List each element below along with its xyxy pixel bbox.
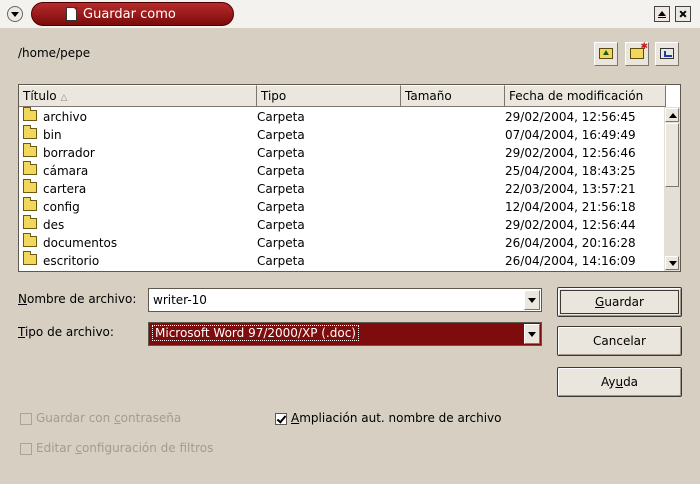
table-row[interactable]: archivo Carpeta 29/02/2004, 12:56:45 (19, 107, 663, 126)
table-row[interactable]: cartera Carpeta 22/03/2004, 13:57:21 (19, 179, 663, 198)
chevron-down-icon[interactable] (524, 290, 540, 310)
folder-icon (23, 107, 37, 121)
filter-settings-checkbox[interactable] (20, 443, 32, 455)
column-header-type[interactable]: Tipo (257, 85, 401, 107)
filename-label: Nombre de archivo: (18, 292, 137, 306)
filename-value: writer-10 (153, 293, 207, 307)
column-header-size[interactable]: Tamaño (401, 85, 505, 107)
vertical-scrollbar[interactable] (664, 107, 680, 271)
table-row[interactable]: borrador Carpeta 29/02/2004, 12:56:46 (19, 143, 663, 162)
new-folder-button[interactable] (625, 42, 649, 66)
sort-ascending-icon: △ (60, 93, 68, 103)
table-row[interactable]: bin Carpeta 07/04/2004, 16:49:49 (19, 125, 663, 144)
auto-extension-label[interactable]: Ampliación aut. nombre de archivo (291, 411, 501, 425)
folder-icon (23, 215, 37, 229)
table-row[interactable]: documentos Carpeta 26/04/2004, 20:16:28 (19, 233, 663, 252)
folder-icon (23, 179, 37, 193)
filetype-label: Tipo de archivo: (18, 325, 114, 339)
table-row[interactable]: escritorio Carpeta 26/04/2004, 14:16:09 (19, 251, 663, 270)
window-title: Guardar como (83, 7, 176, 22)
title-bar: Guardar como (0, 0, 700, 28)
folder-icon (23, 161, 37, 175)
close-icon[interactable] (675, 6, 691, 22)
window-menu-icon[interactable] (7, 6, 23, 22)
cancel-button[interactable]: Cancelar (557, 326, 682, 356)
current-path: /home/pepe (18, 46, 91, 60)
filename-input[interactable]: writer-10 (148, 288, 542, 312)
window-title-pill: Guardar como (31, 2, 234, 26)
table-row[interactable]: cámara Carpeta 25/04/2004, 18:43:25 (19, 161, 663, 180)
folder-icon (23, 233, 37, 247)
table-row[interactable]: config Carpeta 12/04/2004, 21:56:18 (19, 197, 663, 216)
filter-settings-label: Editar configuración de filtros (36, 441, 214, 455)
filetype-value: Microsoft Word 97/2000/XP (.doc) (152, 325, 359, 341)
new-folder-icon (630, 42, 648, 59)
chevron-down-icon[interactable] (524, 324, 540, 344)
folder-icon (23, 251, 37, 265)
scroll-up-icon[interactable] (665, 108, 679, 122)
folder-icon (23, 125, 37, 139)
save-button[interactable]: Guardar (557, 287, 682, 317)
column-header-title[interactable]: Título △ (19, 85, 257, 107)
document-icon (66, 7, 77, 21)
scroll-down-icon[interactable] (665, 256, 679, 270)
column-header-modified[interactable]: Fecha de modificación (505, 85, 666, 107)
maximize-icon[interactable] (654, 6, 670, 22)
scrollbar-thumb[interactable] (665, 123, 679, 187)
default-directory-button[interactable] (655, 42, 679, 66)
table-row[interactable]: des Carpeta 29/02/2004, 12:56:44 (19, 215, 663, 234)
folder-up-icon (599, 48, 613, 59)
folder-icon (23, 143, 37, 157)
password-checkbox[interactable] (20, 413, 32, 425)
default-directory-icon (660, 48, 674, 59)
folder-up-button[interactable] (594, 42, 618, 66)
file-list[interactable]: Título △ Tipo Tamaño Fecha de modificaci… (18, 84, 681, 272)
folder-icon (23, 197, 37, 211)
auto-extension-checkbox[interactable] (275, 413, 287, 425)
help-button[interactable]: Ayuda (557, 367, 682, 397)
filetype-select[interactable]: Microsoft Word 97/2000/XP (.doc) (148, 322, 542, 346)
password-label: Guardar con contraseña (36, 411, 182, 425)
